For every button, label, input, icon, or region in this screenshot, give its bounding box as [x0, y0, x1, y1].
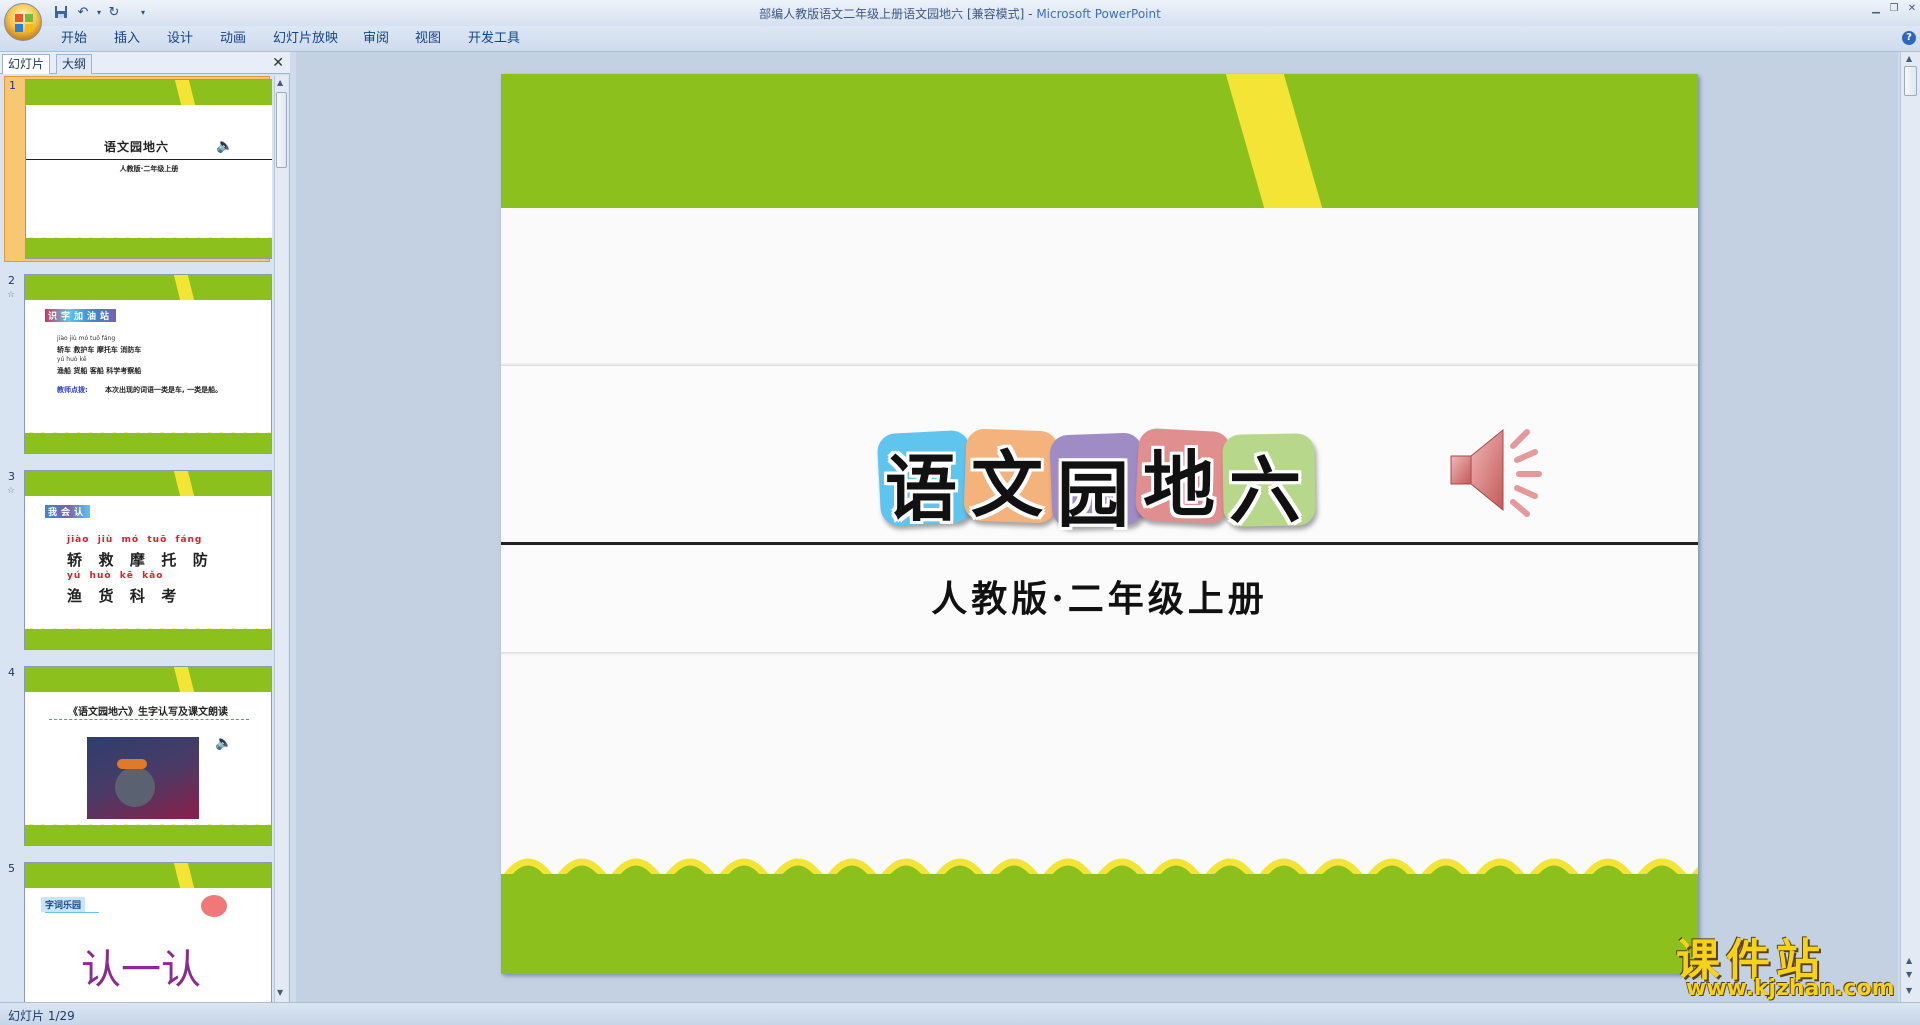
tab-developer[interactable]: 开发工具 — [468, 30, 520, 48]
animation-star-icon: ☆ — [7, 290, 16, 300]
thumbnail-note: 本次出现的词语一类是车, 一类是船。 — [105, 386, 223, 394]
thumbnail-pinyin: jiào jiù mó tuō fáng — [67, 535, 203, 545]
tab-insert[interactable]: 插入 — [114, 30, 140, 48]
tab-slides[interactable]: 幻灯片 — [2, 54, 51, 74]
thumbnail-number: 2 — [8, 274, 15, 287]
tab-view[interactable]: 视图 — [415, 30, 441, 48]
thumbnail-number: 4 — [8, 666, 15, 679]
thumbnail-number: 1 — [9, 79, 16, 92]
thumbnail-preview: 字词乐园 认一认 — [24, 862, 272, 1002]
thumbnail-note-label: 教师点拨: — [57, 386, 88, 394]
title-char: 语 — [885, 446, 958, 531]
tab-home[interactable]: 开始 — [61, 30, 87, 48]
thumbnail-slide-2[interactable]: 2 ☆ 识字加油站 jiào jiù mó tuō fáng 轿车 救护车 摩托… — [4, 272, 272, 458]
thumbnail-preview: 语文园地六 人教版·二年级上册 🔈 — [25, 79, 272, 259]
main-scrollbar[interactable]: ▲ ▲ ▼ ▼ — [1900, 52, 1920, 1002]
speaker-icon: 🔈 — [215, 735, 233, 751]
scrollbar-thumb[interactable] — [276, 92, 287, 168]
thumbnail-preview: 《语文园地六》生字认写及课文朗读 🔈 — [24, 666, 272, 846]
scroll-up-icon[interactable]: ▲ — [277, 78, 283, 87]
thumbnail-list: 1 语文园地六 人教版·二年级上册 🔈 2 ☆ 识字加油站 jiào jiù m… — [0, 76, 272, 1002]
title-char: 六 — [1229, 448, 1302, 533]
tab-animations[interactable]: 动画 — [220, 30, 246, 48]
thumbnail-number: 5 — [8, 862, 15, 875]
slide-counter: 幻灯片 1/29 — [8, 1009, 75, 1023]
office-button[interactable] — [4, 3, 42, 41]
pane-scrollbar[interactable]: ▲ ▼ — [274, 76, 288, 1002]
status-bar: 幻灯片 1/29 — [0, 1002, 1920, 1025]
watermark-url: www.kjzhan.com — [1686, 976, 1895, 1001]
slide-bottom-band — [501, 874, 1698, 974]
thumbnail-words: 轿车 救护车 摩托车 消防车 — [57, 346, 142, 354]
scrollbar-thumb[interactable] — [1904, 66, 1917, 96]
slide-top-band — [501, 74, 1698, 208]
thumbnail-chars: 轿 救 摩 托 防 — [67, 551, 210, 569]
video-frame[interactable] — [87, 737, 199, 819]
thumbnail-pinyin: yú huò kē — [57, 356, 87, 363]
thumbnail-slide-4[interactable]: 4 《语文园地六》生字认写及课文朗读 🔈 — [4, 664, 272, 850]
office-logo-icon — [15, 14, 33, 32]
slide-editing-area: 语 文 园 地 六 人教版·二年级上册 — [296, 52, 1898, 1002]
thumbnail-preview: 我会认 jiào jiù mó tuō fáng 轿 救 摩 托 防 yú hu… — [24, 470, 272, 650]
scroll-up-icon[interactable]: ▲ — [1906, 54, 1912, 63]
thumbnail-pinyin: yú huò kē kǎo — [67, 571, 164, 581]
window-title-app: Microsoft PowerPoint — [1036, 7, 1161, 21]
watermark: 课件站 www.kjzhan.com — [1670, 924, 1900, 1004]
previous-slide-icon[interactable]: ▲ — [1906, 956, 1912, 965]
thumbnail-slide-1[interactable]: 1 语文园地六 人教版·二年级上册 🔈 — [4, 76, 272, 262]
tab-outline[interactable]: 大纲 — [56, 54, 93, 74]
mascot-icon — [201, 895, 227, 917]
speaker-icon: 🔈 — [216, 138, 234, 154]
current-slide[interactable]: 语 文 园 地 六 人教版·二年级上册 — [501, 74, 1698, 974]
help-icon[interactable]: ? — [1902, 31, 1916, 45]
slide-title[interactable]: 语 文 园 地 六 — [876, 427, 1319, 538]
title-bar: ↶ ▾ ↻ ▾ 部编人教版语文二年级上册语文园地六 [兼容模式] - Micro… — [0, 0, 1920, 41]
thumbnail-heading: 字词乐园 — [41, 897, 86, 912]
window-title-sep: - — [1024, 7, 1037, 21]
title-char: 文 — [971, 442, 1044, 527]
title-divider — [501, 542, 1698, 545]
thumbnail-pinyin: jiào jiù mó tuō fáng — [57, 335, 116, 342]
close-pane-icon[interactable]: ✕ — [272, 55, 284, 71]
thumbnail-number: 3 — [8, 470, 15, 483]
animation-star-icon: ☆ — [7, 486, 16, 496]
close-icon[interactable]: ✕ — [1902, 2, 1920, 16]
thumbnail-heading: 《语文园地六》生字认写及课文朗读 — [68, 707, 228, 718]
ribbon-tabs: 开始 插入 设计 动画 幻灯片放映 审阅 视图 开发工具 ? — [0, 26, 1920, 52]
thumbnail-title: 语文园地六 — [104, 140, 170, 154]
thumbnail-words: 渔船 货船 客船 科学考察船 — [57, 367, 142, 375]
thumbnail-heading: 识字加油站 — [45, 309, 117, 322]
window-title-doc: 部编人教版语文二年级上册语文园地六 [兼容模式] — [759, 7, 1025, 21]
slide-subtitle[interactable]: 人教版·二年级上册 — [501, 570, 1698, 622]
scroll-down-icon[interactable]: ▼ — [277, 988, 283, 997]
title-char: 地 — [1143, 442, 1216, 527]
tab-slideshow[interactable]: 幻灯片放映 — [273, 30, 338, 48]
thumbnail-subtitle: 人教版·二年级上册 — [119, 165, 179, 173]
thumbnail-big-text: 认一认 — [81, 947, 201, 993]
thumbnail-chars: 渔 货 科 考 — [67, 587, 179, 605]
window-title: 部编人教版语文二年级上册语文园地六 [兼容模式] - Microsoft Pow… — [0, 5, 1920, 22]
slides-pane: 幻灯片 大纲 ✕ 1 语文园地六 人教版·二年级上册 🔈 2 ☆ 识字加油站 j… — [0, 52, 290, 1002]
next-slide-icon[interactable]: ▼ — [1906, 970, 1912, 979]
tab-design[interactable]: 设计 — [167, 30, 193, 48]
speaker-icon[interactable] — [1447, 422, 1557, 522]
thumbnail-preview: 识字加油站 jiào jiù mó tuō fáng 轿车 救护车 摩托车 消防… — [24, 274, 272, 454]
thumbnail-slide-5[interactable]: 5 字词乐园 认一认 — [4, 860, 272, 1002]
scroll-down-icon[interactable]: ▼ — [1906, 986, 1912, 995]
tab-review[interactable]: 审阅 — [363, 30, 389, 48]
thumbnail-heading: 我会认 — [45, 505, 91, 518]
minimize-icon[interactable]: ▁ — [1866, 2, 1886, 16]
thumbnail-slide-3[interactable]: 3 ☆ 我会认 jiào jiù mó tuō fáng 轿 救 摩 托 防 y… — [4, 468, 272, 654]
pane-tabs: 幻灯片 大纲 ✕ — [0, 52, 290, 74]
restore-icon[interactable]: ❐ — [1884, 2, 1904, 16]
title-char: 园 — [1057, 452, 1130, 537]
